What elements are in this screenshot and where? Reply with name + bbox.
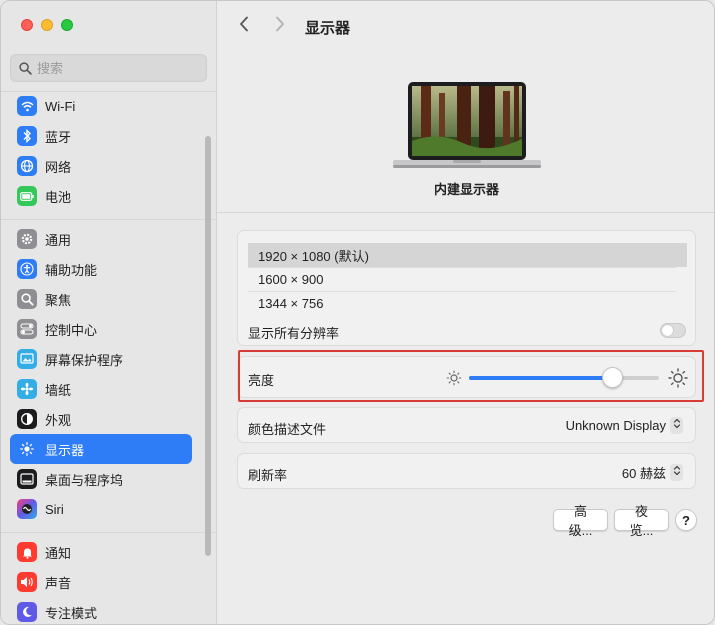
globe-icon <box>17 156 37 176</box>
settings-window: Wi-Fi 蓝牙 网络 电池 <box>0 0 715 625</box>
control-center-icon <box>17 319 37 339</box>
sidebar-item-label: 专注模式 <box>45 605 98 621</box>
resolution-option[interactable]: 1344 × 756 <box>248 291 687 315</box>
wallpaper-icon <box>17 379 37 399</box>
notification-icon <box>17 542 37 562</box>
bluetooth-icon <box>17 126 37 146</box>
search-input[interactable] <box>37 60 197 76</box>
show-all-toggle[interactable] <box>660 323 686 338</box>
sidebar-item-bluetooth[interactable]: 蓝牙 <box>10 121 192 151</box>
sidebar-item-label: 网络 <box>45 159 72 175</box>
advanced-button[interactable]: 高级... <box>553 504 608 538</box>
sidebar-item-sound[interactable]: 声音 <box>10 567 192 597</box>
sidebar-item-label: 屏幕保护程序 <box>45 352 124 368</box>
sidebar-item-battery[interactable]: 电池 <box>10 181 192 211</box>
sidebar-item-label: 通用 <box>45 232 72 248</box>
sidebar-item-label: Wi-Fi <box>45 98 76 114</box>
chevron-right-icon <box>276 16 284 32</box>
sidebar-item-siri[interactable]: Siri <box>10 494 192 524</box>
accessibility-icon <box>17 259 37 279</box>
sidebar-item-notifications[interactable]: 通知 <box>10 537 192 567</box>
sidebar-item-wallpaper[interactable]: 墙纸 <box>10 374 192 404</box>
toolbar: 显示器 <box>217 1 714 53</box>
forward-button[interactable] <box>275 15 285 38</box>
display-preview: 内建显示器 <box>217 53 714 213</box>
siri-icon <box>17 499 37 519</box>
color-profile-popup[interactable]: Unknown Display <box>566 417 683 434</box>
sidebar-item-label: 墙纸 <box>45 382 72 398</box>
sound-icon <box>17 572 37 592</box>
laptop-icon[interactable] <box>393 79 541 171</box>
close-button[interactable] <box>21 19 33 31</box>
refresh-rate-label: 刷新率 <box>248 468 288 483</box>
resolution-card: 1920 × 1080 (默认) 1600 × 900 1344 × 756 显… <box>237 230 696 346</box>
gear-icon <box>17 229 37 249</box>
dock-icon <box>17 469 37 489</box>
spotlight-icon <box>17 289 37 309</box>
refresh-rate-value: 60 赫兹 <box>621 466 666 481</box>
search-field[interactable] <box>10 54 207 82</box>
resolution-option-default[interactable]: 1920 × 1080 (默认) <box>248 243 687 267</box>
sidebar-item-label: 外观 <box>45 412 72 428</box>
chevron-left-icon <box>240 16 248 32</box>
help-button[interactable]: ? <box>675 509 697 531</box>
sidebar-item-desktop-dock[interactable]: 桌面与程序坞 <box>10 464 192 494</box>
sidebar-scrollbar[interactable] <box>205 136 211 556</box>
sidebar-item-displays[interactable]: 显示器 <box>10 434 192 464</box>
minimize-button[interactable] <box>41 19 53 31</box>
sidebar-item-general[interactable]: 通用 <box>10 224 192 254</box>
sidebar-item-focus[interactable]: 专注模式 <box>10 597 192 624</box>
color-profile-value: Unknown Display <box>565 418 666 433</box>
sidebar-item-label: 蓝牙 <box>45 129 72 145</box>
color-profile-label: 颜色描述文件 <box>248 422 327 437</box>
back-button[interactable] <box>239 15 249 38</box>
display-icon <box>17 439 37 459</box>
sidebar-item-network[interactable]: 网络 <box>10 151 192 181</box>
search-icon <box>19 61 32 75</box>
page-title: 显示器 <box>305 20 351 37</box>
sidebar-item-label: 声音 <box>45 575 72 591</box>
sidebar-item-screensaver[interactable]: 屏幕保护程序 <box>10 344 192 374</box>
sidebar-item-label: Siri <box>45 501 64 517</box>
sidebar-item-accessibility[interactable]: 辅助功能 <box>10 254 192 284</box>
sidebar-item-label: 电池 <box>45 189 72 205</box>
night-shift-button[interactable]: 夜览... <box>614 504 669 538</box>
sidebar: Wi-Fi 蓝牙 网络 电池 <box>1 1 217 624</box>
sidebar-item-label: 辅助功能 <box>45 262 98 278</box>
sidebar-item-label: 显示器 <box>45 442 85 458</box>
battery-icon <box>17 186 37 206</box>
sidebar-item-label: 控制中心 <box>45 322 98 338</box>
sidebar-item-control-center[interactable]: 控制中心 <box>10 314 192 344</box>
sidebar-item-appearance[interactable]: 外观 <box>10 404 192 434</box>
appearance-icon <box>17 409 37 429</box>
show-all-label: 显示所有分辨率 <box>248 326 340 341</box>
resolution-option[interactable]: 1600 × 900 <box>248 267 687 291</box>
updown-chevron-icon <box>670 417 683 434</box>
sidebar-item-label: 通知 <box>45 545 72 561</box>
sidebar-separator <box>1 219 216 220</box>
updown-chevron-icon <box>670 464 683 481</box>
highlight-box <box>238 350 704 402</box>
moon-icon <box>17 602 37 622</box>
sidebar-separator <box>1 532 216 533</box>
refresh-rate-card: 刷新率 60 赫兹 <box>237 453 696 489</box>
sidebar-item-label: 聚焦 <box>45 292 72 308</box>
wifi-icon <box>17 96 37 116</box>
screensaver-icon <box>17 349 37 369</box>
main-pane: 显示器 内建显示器 1920 × 1080 (默认) 1600 × 900 13… <box>217 1 714 624</box>
window-controls <box>21 19 73 31</box>
zoom-button[interactable] <box>61 19 73 31</box>
monitor-name: 内建显示器 <box>433 182 499 197</box>
sidebar-item-label: 桌面与程序坞 <box>45 472 124 488</box>
sidebar-item-wifi[interactable]: Wi-Fi <box>10 91 192 121</box>
color-profile-card: 颜色描述文件 Unknown Display <box>237 407 696 443</box>
refresh-rate-popup[interactable]: 60 赫兹 <box>622 463 683 482</box>
sidebar-item-spotlight[interactable]: 聚焦 <box>10 284 192 314</box>
